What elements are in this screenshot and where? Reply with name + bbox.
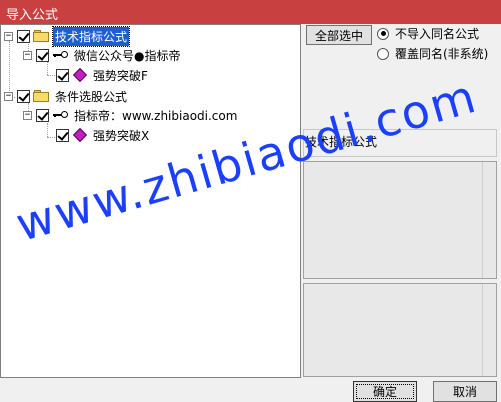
- node-checkbox[interactable]: [56, 68, 69, 82]
- formula-description-box[interactable]: [303, 161, 497, 279]
- key-icon: [52, 110, 68, 120]
- node-checkbox[interactable]: [56, 128, 69, 142]
- tree-line: [47, 123, 48, 137]
- title-bar: 导入公式: [0, 0, 501, 24]
- radio-label: 覆盖同名(非系统): [395, 47, 489, 61]
- node-label[interactable]: 强势突破X: [91, 126, 151, 145]
- collapse-icon[interactable]: −: [4, 91, 13, 101]
- tree-node-technical-formulas[interactable]: − 技术指标公式: [4, 25, 131, 47]
- node-label[interactable]: 技术指标公式: [51, 25, 131, 47]
- node-checkbox[interactable]: [36, 48, 49, 62]
- node-checkbox[interactable]: [36, 108, 49, 122]
- option-overwrite-duplicates[interactable]: 覆盖同名(非系统): [377, 45, 488, 62]
- ok-button[interactable]: 确定: [353, 381, 417, 402]
- key-icon: [52, 50, 68, 60]
- formula-type-label: 技术指标公式: [305, 135, 378, 149]
- node-label[interactable]: 条件选股公式: [53, 87, 129, 106]
- collapse-icon[interactable]: −: [23, 50, 32, 60]
- folder-icon: [33, 90, 49, 102]
- tree-node-formula-f[interactable]: 强势突破F: [56, 66, 150, 84]
- tree-node-site-author[interactable]: − 指标帝：www.zhibiaodi.com: [23, 106, 239, 124]
- formula-tree[interactable]: − 技术指标公式 − 微信公众号●指标帝 强势突破F − 条件选股公式 − 指标…: [0, 24, 301, 378]
- parameters-scrollbar[interactable]: [482, 284, 496, 376]
- collapse-icon[interactable]: −: [4, 31, 13, 41]
- folder-icon: [33, 30, 49, 42]
- select-all-button[interactable]: 全部选中: [306, 25, 372, 45]
- cancel-button[interactable]: 取消: [433, 381, 497, 402]
- tree-node-wechat-author[interactable]: − 微信公众号●指标帝: [23, 46, 182, 64]
- radio-label: 不导入同名公式: [395, 27, 480, 41]
- formula-parameters-box[interactable]: [303, 283, 497, 377]
- formula-diamond-icon: [72, 127, 88, 143]
- window-title: 导入公式: [6, 8, 59, 23]
- description-scrollbar[interactable]: [482, 162, 496, 278]
- formula-type-field: 技术指标公式: [303, 129, 497, 157]
- collapse-icon[interactable]: −: [23, 110, 32, 120]
- node-checkbox[interactable]: [17, 89, 30, 103]
- node-checkbox[interactable]: [17, 29, 30, 43]
- node-label[interactable]: 强势突破F: [91, 66, 150, 85]
- option-skip-duplicates[interactable]: 不导入同名公式: [377, 25, 479, 42]
- node-label[interactable]: 微信公众号●指标帝: [72, 46, 182, 65]
- tree-node-screening-formulas[interactable]: − 条件选股公式: [4, 87, 129, 105]
- radio-button[interactable]: [377, 27, 389, 40]
- formula-diamond-icon: [72, 67, 88, 83]
- radio-button[interactable]: [377, 47, 389, 60]
- node-label[interactable]: 指标帝：www.zhibiaodi.com: [72, 106, 239, 125]
- tree-node-formula-x[interactable]: 强势突破X: [56, 126, 151, 144]
